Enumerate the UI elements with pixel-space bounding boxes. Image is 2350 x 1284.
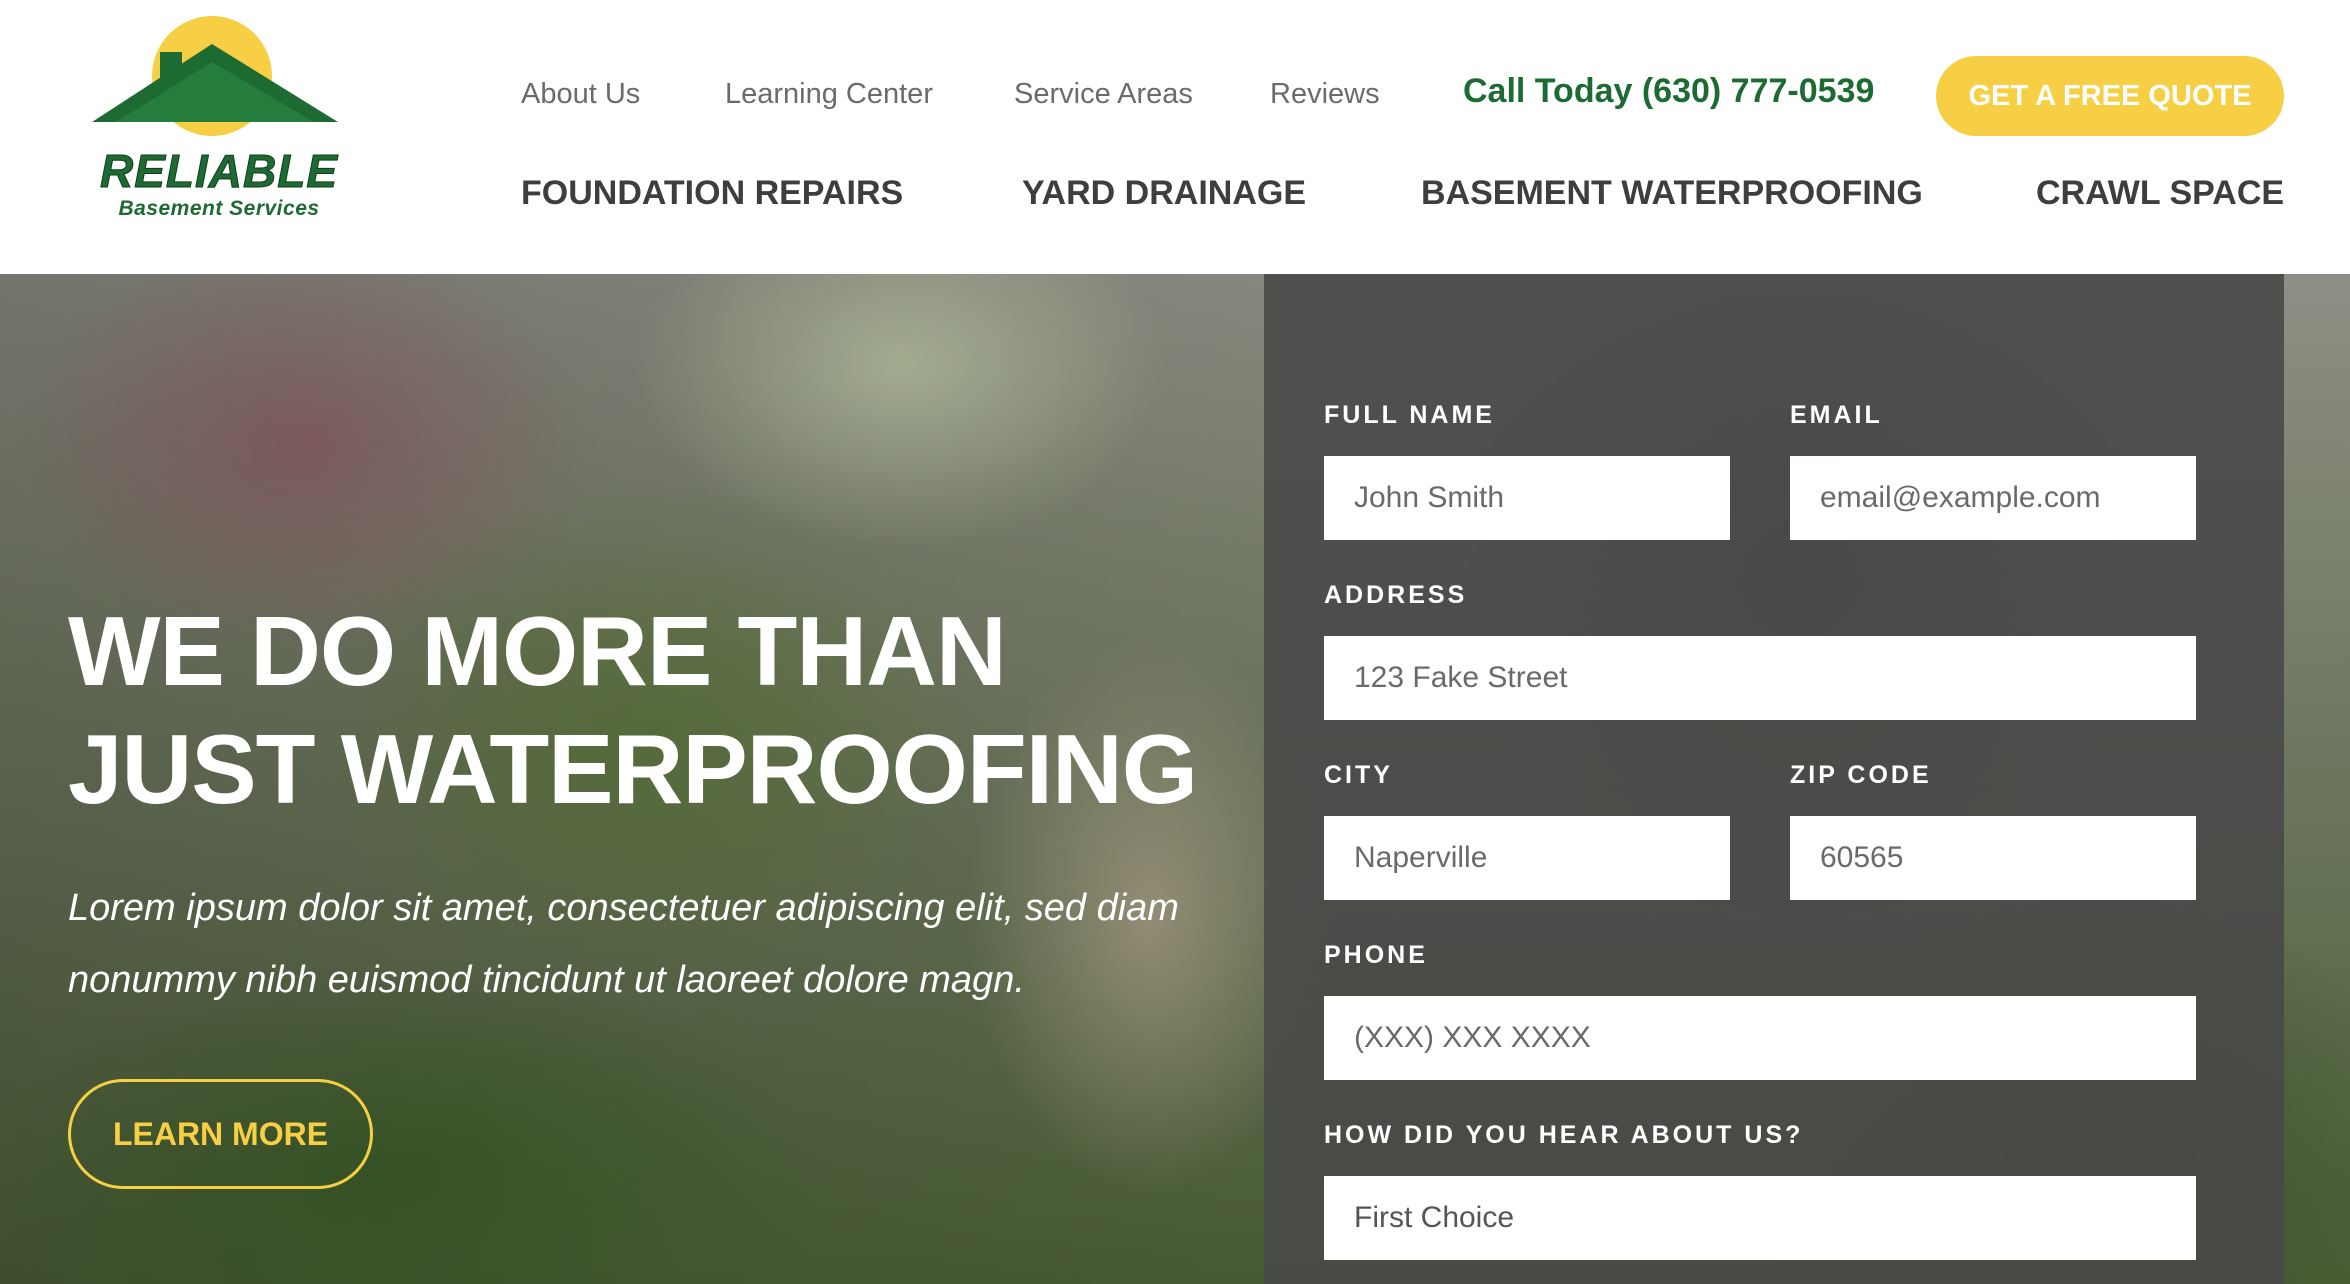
email-input[interactable] bbox=[1790, 456, 2196, 540]
zip-code-label: ZIP CODE bbox=[1790, 761, 1932, 789]
full-name-input[interactable] bbox=[1324, 456, 1730, 540]
nav-service-areas[interactable]: Service Areas bbox=[1014, 78, 1193, 111]
zip-code-input[interactable] bbox=[1790, 816, 2196, 900]
nav-reviews[interactable]: Reviews bbox=[1270, 78, 1380, 111]
nav-foundation-repairs[interactable]: FOUNDATION REPAIRS bbox=[521, 174, 903, 213]
hero-title: WE DO MORE THAN JUST WATERPROOFING bbox=[68, 592, 1198, 828]
hero-section: WE DO MORE THAN JUST WATERPROOFING Lorem… bbox=[0, 274, 2350, 1284]
house-sun-icon bbox=[92, 16, 338, 136]
quote-form: FULL NAME EMAIL ADDRESS CITY ZIP CODE PH… bbox=[1264, 274, 2284, 1284]
nav-yard-drainage[interactable]: YARD DRAINAGE bbox=[1022, 174, 1306, 213]
hero-title-line1: WE DO MORE THAN bbox=[68, 596, 1007, 706]
nav-crawl-space[interactable]: CRAWL SPACE bbox=[2036, 174, 2284, 213]
referral-selected-value: First Choice bbox=[1354, 1201, 1515, 1234]
site-header: RELIABLE Basement Services About Us Lear… bbox=[0, 0, 2350, 274]
referral-select[interactable]: First Choice bbox=[1324, 1176, 2196, 1260]
hero-subtitle: Lorem ipsum dolor sit amet, consectetuer… bbox=[68, 887, 1179, 1001]
phone-label: PHONE bbox=[1324, 941, 1428, 969]
hero-title-line2: JUST WATERPROOFING bbox=[68, 714, 1198, 824]
logo-tagline: Basement Services bbox=[118, 197, 320, 220]
call-today-link[interactable]: Call Today (630) 777-0539 bbox=[1463, 72, 1874, 111]
company-logo[interactable]: RELIABLE Basement Services bbox=[88, 10, 348, 219]
referral-label: HOW DID YOU HEAR ABOUT US? bbox=[1324, 1121, 1804, 1149]
logo-wordmark: RELIABLE Basement Services bbox=[94, 145, 344, 220]
nav-basement-waterproofing[interactable]: BASEMENT WATERPROOFING bbox=[1421, 174, 1923, 213]
full-name-label: FULL NAME bbox=[1324, 401, 1495, 429]
phone-input[interactable] bbox=[1324, 996, 2196, 1080]
address-input[interactable] bbox=[1324, 636, 2196, 720]
nav-about-us[interactable]: About Us bbox=[521, 78, 640, 111]
learn-more-button[interactable]: LEARN MORE bbox=[68, 1079, 373, 1189]
email-label: EMAIL bbox=[1790, 401, 1883, 429]
city-label: CITY bbox=[1324, 761, 1393, 789]
nav-learning-center[interactable]: Learning Center bbox=[725, 78, 933, 111]
free-quote-button[interactable]: GET A FREE QUOTE bbox=[1936, 56, 2284, 136]
address-label: ADDRESS bbox=[1324, 581, 1468, 609]
logo-name: RELIABLE bbox=[100, 145, 338, 197]
city-input[interactable] bbox=[1324, 816, 1730, 900]
